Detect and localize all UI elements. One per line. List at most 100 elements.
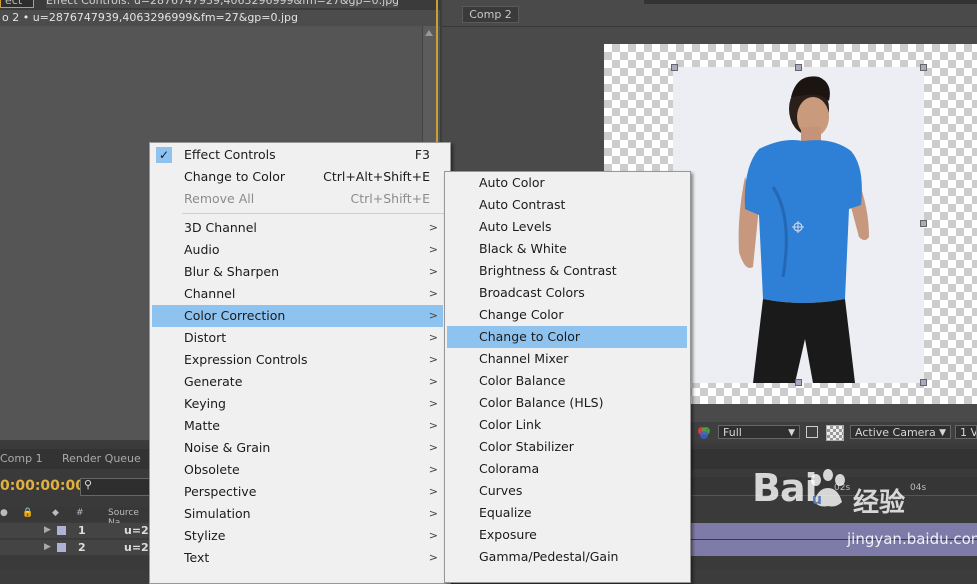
color-correction-submenu: Auto Color Auto Contrast Auto Levels Bla… bbox=[444, 171, 691, 583]
submenu-item-color-balance[interactable]: Color Balance bbox=[447, 370, 687, 392]
watermark-brand-suffix: u bbox=[812, 492, 822, 508]
transform-handle[interactable] bbox=[671, 64, 678, 71]
layer-index: 1 bbox=[78, 524, 86, 537]
menu-item-matte[interactable]: Matte > bbox=[152, 415, 448, 437]
menu-item-audio[interactable]: Audio > bbox=[152, 239, 448, 261]
tab-comp-2[interactable]: Comp 2 bbox=[462, 6, 519, 23]
timeline-column-header: ● 🔒 ◆ # Source Na bbox=[0, 507, 150, 528]
anchor-point-icon[interactable] bbox=[792, 218, 804, 233]
lock-column-icon: 🔒 bbox=[22, 508, 34, 518]
chevron-right-icon: > bbox=[428, 243, 438, 256]
layer-index: 2 bbox=[78, 541, 86, 554]
menu-item-simulation[interactable]: Simulation > bbox=[152, 503, 448, 525]
chevron-right-icon: > bbox=[428, 485, 438, 498]
submenu-item-auto-color[interactable]: Auto Color bbox=[447, 172, 687, 194]
chevron-right-icon: > bbox=[428, 419, 438, 432]
label-color-swatch[interactable] bbox=[57, 526, 66, 535]
transparency-grid-icon[interactable] bbox=[826, 425, 844, 441]
camera-value: Active Camera bbox=[855, 426, 936, 439]
submenu-item-curves[interactable]: Curves bbox=[447, 480, 687, 502]
menu-item-generate[interactable]: Generate > bbox=[152, 371, 448, 393]
menu-item-change-to-color[interactable]: Change to Color Ctrl+Alt+Shift+E bbox=[152, 166, 448, 188]
submenu-item-change-color[interactable]: Change Color bbox=[447, 304, 687, 326]
views-dropdown[interactable]: 1 V bbox=[955, 425, 977, 439]
transform-handle[interactable] bbox=[920, 379, 927, 386]
label-column-icon: ◆ bbox=[52, 508, 59, 518]
current-time-display[interactable]: 0:00:00:00 bbox=[0, 477, 85, 495]
watermark-url: jingyan.baidu.com bbox=[847, 530, 977, 548]
submenu-item-auto-levels[interactable]: Auto Levels bbox=[447, 216, 687, 238]
transform-handle[interactable] bbox=[795, 379, 802, 386]
composition-header bbox=[442, 0, 977, 27]
tab-render-queue[interactable]: Render Queue bbox=[62, 450, 142, 468]
submenu-item-equalize[interactable]: Equalize bbox=[447, 502, 687, 524]
ruler-label: 04s bbox=[910, 483, 927, 493]
chevron-right-icon: > bbox=[428, 287, 438, 300]
submenu-item-color-balance-hls[interactable]: Color Balance (HLS) bbox=[447, 392, 687, 414]
menu-item-perspective[interactable]: Perspective > bbox=[152, 481, 448, 503]
tab-comp-1[interactable]: Comp 1 bbox=[0, 450, 48, 468]
checkmark-icon: ✓ bbox=[156, 147, 172, 163]
submenu-item-broadcast-colors[interactable]: Broadcast Colors bbox=[447, 282, 687, 304]
chevron-right-icon: > bbox=[428, 551, 438, 564]
table-row[interactable]: ▶ 2 u=2 bbox=[0, 540, 150, 555]
submenu-item-gamma-pedestal-gain[interactable]: Gamma/Pedestal/Gain bbox=[447, 546, 687, 568]
menu-item-effect-controls[interactable]: ✓ Effect Controls F3 bbox=[152, 144, 448, 166]
label-color-swatch[interactable] bbox=[57, 543, 66, 552]
resolution-dropdown[interactable]: Full ▼ bbox=[718, 425, 800, 439]
watermark-cn: 经验 bbox=[853, 488, 906, 518]
resolution-value: Full bbox=[723, 426, 742, 439]
menu-item-remove-all: Remove All Ctrl+Shift+E bbox=[184, 191, 430, 206]
chevron-right-icon: > bbox=[428, 331, 438, 344]
menu-item-keying[interactable]: Keying > bbox=[152, 393, 448, 415]
channel-rgb-icon[interactable] bbox=[697, 425, 711, 439]
submenu-item-brightness-contrast[interactable]: Brightness & Contrast bbox=[447, 260, 687, 282]
menu-item-distort[interactable]: Distort > bbox=[152, 327, 448, 349]
tab-project[interactable]: ect bbox=[0, 0, 34, 8]
transform-handle[interactable] bbox=[920, 220, 927, 227]
chevron-down-icon: ▼ bbox=[788, 428, 795, 438]
chevron-right-icon: > bbox=[428, 441, 438, 454]
transform-handle[interactable] bbox=[920, 64, 927, 71]
effect-controls-path: o 2 • u=2876747939,4063296999&fm=27&gp=0… bbox=[0, 10, 440, 26]
column-index-header: # bbox=[76, 508, 84, 518]
submenu-item-colorama[interactable]: Colorama bbox=[447, 458, 687, 480]
context-menu: ✓ Effect Controls F3 Change to Color Ctr… bbox=[149, 142, 451, 584]
menu-item-3d-channel[interactable]: 3D Channel > bbox=[152, 217, 448, 239]
expand-triangle-icon[interactable]: ▶ bbox=[44, 540, 51, 555]
menu-item-noise-grain[interactable]: Noise & Grain > bbox=[152, 437, 448, 459]
submenu-item-auto-contrast[interactable]: Auto Contrast bbox=[447, 194, 687, 216]
solo-column-icon: ● bbox=[0, 508, 8, 518]
menu-item-text[interactable]: Text > bbox=[152, 547, 448, 569]
tab-effect-controls[interactable]: Effect Controls: u=2876747939,4063296999… bbox=[46, 0, 398, 8]
submenu-item-color-link[interactable]: Color Link bbox=[447, 414, 687, 436]
transform-handle[interactable] bbox=[795, 64, 802, 71]
region-of-interest-icon[interactable] bbox=[806, 426, 818, 438]
submenu-item-exposure[interactable]: Exposure bbox=[447, 524, 687, 546]
chevron-right-icon: > bbox=[428, 463, 438, 476]
timeline-search-input[interactable]: ⚲ bbox=[80, 478, 152, 496]
chevron-right-icon: > bbox=[428, 397, 438, 410]
chevron-right-icon: > bbox=[428, 221, 438, 234]
menu-item-color-correction[interactable]: Color Correction > bbox=[152, 305, 443, 327]
scroll-up-icon[interactable] bbox=[425, 30, 433, 36]
chevron-right-icon: > bbox=[428, 529, 438, 542]
menu-item-obsolete[interactable]: Obsolete > bbox=[152, 459, 448, 481]
submenu-item-change-to-color[interactable]: Change to Color bbox=[447, 326, 687, 348]
camera-dropdown[interactable]: Active Camera ▼ bbox=[850, 425, 951, 439]
table-row[interactable]: ▶ 1 u=2 bbox=[0, 523, 150, 538]
layer-name: u=2 bbox=[124, 524, 149, 537]
chevron-down-icon: ▼ bbox=[939, 428, 946, 438]
submenu-item-black-white[interactable]: Black & White bbox=[447, 238, 687, 260]
submenu-item-color-stabilizer[interactable]: Color Stabilizer bbox=[447, 436, 687, 458]
menu-item-channel[interactable]: Channel > bbox=[152, 283, 448, 305]
menu-item-expression-controls[interactable]: Expression Controls > bbox=[152, 349, 448, 371]
expand-triangle-icon[interactable]: ▶ bbox=[44, 523, 51, 538]
views-value: 1 V bbox=[960, 426, 977, 439]
chevron-right-icon: > bbox=[428, 353, 438, 366]
composition-top-strip bbox=[644, 0, 977, 4]
menu-item-blur-sharpen[interactable]: Blur & Sharpen > bbox=[152, 261, 448, 283]
chevron-right-icon: > bbox=[428, 309, 438, 322]
menu-item-stylize[interactable]: Stylize > bbox=[152, 525, 448, 547]
submenu-item-channel-mixer[interactable]: Channel Mixer bbox=[447, 348, 687, 370]
